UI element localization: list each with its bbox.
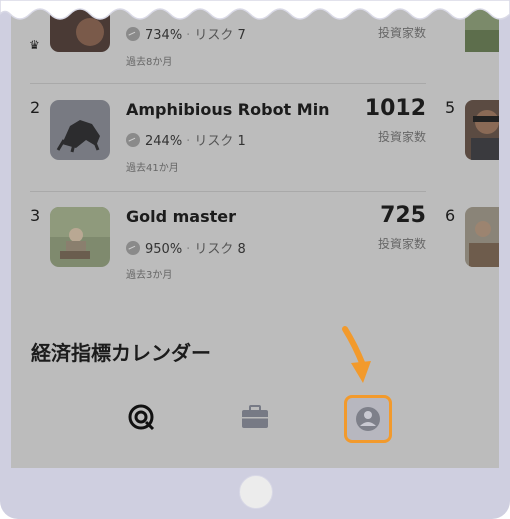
device-frame: ♛ 734% · リスク 7 過去8か月 投資家数 2 Amphibious R… (0, 0, 510, 519)
home-button[interactable] (239, 475, 273, 509)
strategy-name[interactable]: Gold master (126, 207, 236, 226)
growth-icon (126, 241, 140, 255)
side-strategy-thumbnail[interactable] (465, 207, 499, 267)
profile-icon (356, 407, 380, 431)
tab-portfolio[interactable] (238, 400, 272, 434)
investors-label: 投資家数 (377, 130, 426, 144)
side-rank-number: 6 (445, 206, 456, 225)
app-screen: ♛ 734% · リスク 7 過去8か月 投資家数 2 Amphibious R… (11, 0, 499, 468)
investors-count: 1012 (364, 96, 426, 121)
bottom-tab-bar (11, 384, 499, 468)
tab-discover[interactable] (124, 400, 158, 434)
investors-label: 投資家数 (377, 237, 426, 251)
side-strategy-thumbnail[interactable] (465, 100, 499, 160)
search-target-icon (128, 404, 155, 431)
row-divider (30, 83, 426, 84)
strategy-stats: 244% · リスク 1 (126, 130, 246, 149)
side-rank-number: 5 (445, 98, 456, 117)
strategy-period: 過去41か月 (126, 163, 179, 174)
briefcase-icon (242, 405, 268, 428)
section-title: 経済指標カレンダー (31, 341, 211, 365)
strategy-period: 過去8か月 (126, 57, 173, 68)
rank-number: 3 (30, 206, 41, 225)
strategy-name[interactable]: Amphibious Robot Min (126, 100, 330, 119)
row-divider (30, 191, 426, 192)
strategy-period: 過去3か月 (126, 270, 173, 281)
pointer-arrow-icon (342, 326, 371, 383)
torn-edge (0, 0, 510, 20)
strategy-thumbnail (50, 100, 110, 160)
strategy-thumbnail (50, 207, 110, 267)
crown-icon: ♛ (29, 38, 40, 52)
growth-icon (126, 133, 140, 147)
strategy-stats: 950% · リスク 8 (126, 238, 246, 257)
rank-number: 2 (30, 98, 41, 117)
investors-count: 725 (380, 203, 426, 228)
tab-profile[interactable] (344, 395, 392, 443)
